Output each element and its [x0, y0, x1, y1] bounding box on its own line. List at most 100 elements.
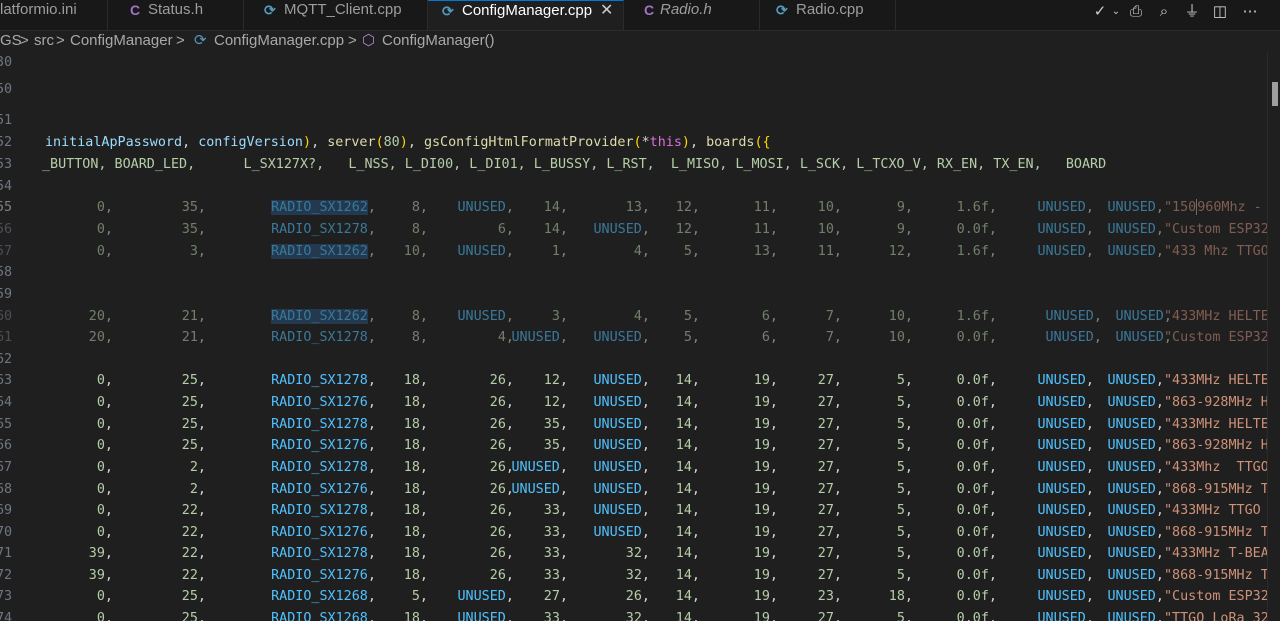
code-line[interactable]: 30: [0, 52, 1268, 73]
line-number: 72: [0, 568, 13, 583]
code-line[interactable]: 73 0, 25, RADIO_SX1268, 5, UNUSED, 27, 26, 14, 19…: [0, 586, 1268, 607]
code-token: 26,: [489, 417, 514, 432]
code-token: "433MHz TTGO: [1164, 503, 1268, 518]
code-token: RADIO_SX1262,: [271, 309, 376, 324]
tab-status-h[interactable]: C Status.h: [108, 0, 244, 30]
code-line[interactable]: 64 0, 25, RADIO_SX1276, 18, 26, 12, UNUSED, 14, 1…: [0, 392, 1268, 413]
code-line[interactable]: 67 0, 2, RADIO_SX1278, 18, 26, UNUSED, UNUSED, 1…: [0, 457, 1268, 478]
code-token: UNUSED,: [593, 330, 650, 345]
tab-configmanager-cpp[interactable]: ⟳ ConfigManager.cpp ✕: [428, 0, 624, 30]
code-token: UNUSED,: [1045, 309, 1102, 324]
vertical-scrollbar[interactable]: [1267, 52, 1280, 621]
line-number: 58: [0, 265, 13, 280]
find-icon[interactable]: ⌕: [1154, 2, 1174, 22]
code-token: RADIO_SX1278,: [271, 330, 376, 345]
code-token: 0,: [96, 373, 113, 388]
code-line[interactable]: 51: [0, 110, 1268, 131]
tab-radio-cpp[interactable]: ⟳ Radio.cpp: [760, 0, 896, 30]
code-line[interactable]: 52 initialApPassword, configVersion), ser…: [0, 132, 1268, 153]
code-token: 11,: [817, 244, 842, 259]
code-token: UNUSED,: [1037, 589, 1094, 604]
code-token: 4,: [633, 244, 650, 259]
code-line[interactable]: 53 _BUTTON, BOARD_LED, L_SX127X?, L_NSS, …: [0, 154, 1268, 175]
code-token: 7,: [825, 309, 842, 324]
code-line[interactable]: 62: [0, 349, 1268, 370]
code-token: UNUSED,: [1037, 395, 1094, 410]
line-number: 50: [0, 82, 13, 97]
code-token: 0,: [96, 200, 113, 215]
code-token: UNUSED,: [457, 611, 514, 621]
code-line[interactable]: 50: [0, 79, 1268, 100]
tab-mqtt-client-cpp[interactable]: ⟳ MQTT_Client.cpp: [244, 0, 428, 30]
code-line[interactable]: 59: [0, 284, 1268, 305]
code-token: 19,: [753, 525, 778, 540]
breadcrumb-root[interactable]: GS: [0, 30, 22, 52]
more-icon[interactable]: ⋯: [1240, 2, 1260, 22]
split-editor-icon[interactable]: ◫: [1210, 2, 1230, 22]
line-number: 62: [0, 352, 13, 367]
code-token: UNUSED,: [1107, 200, 1164, 215]
code-line[interactable]: 68 0, 2, RADIO_SX1276, 18, 26, UNUSED, UNUSED, 1…: [0, 479, 1268, 500]
code-token: 2,: [189, 460, 206, 475]
code-token: 39,: [88, 568, 113, 583]
scrollbar-thumb[interactable]: [1272, 82, 1278, 106]
code-token: RADIO_SX1276,: [271, 438, 376, 453]
code-token: 18,: [403, 568, 428, 583]
line-number: 61: [0, 330, 13, 345]
breadcrumb-folder[interactable]: src: [34, 30, 54, 52]
code-line[interactable]: 60 20, 21, RADIO_SX1262, 8, UNUSED, 3, 4, 5, 6, 7,…: [0, 306, 1268, 327]
tab-platformio-ini[interactable]: latformio.ini: [0, 0, 108, 30]
chevron-right-icon: >: [176, 32, 185, 49]
code-line[interactable]: 72 39, 22, RADIO_SX1276, 18, 26, 33, 32, 14, 19, 2…: [0, 565, 1268, 586]
code-token: 0.0f,: [956, 546, 997, 561]
line-number: 59: [0, 287, 13, 302]
code-token: "863-928MHz H: [1164, 438, 1268, 453]
code-token: UNUSED,: [1037, 611, 1094, 621]
tab-radio-h[interactable]: C Radio.h: [624, 0, 760, 30]
line-number: 51: [0, 113, 13, 128]
code-line[interactable]: 69 0, 22, RADIO_SX1278, 18, 26, 33, UNUSED, 14, 1…: [0, 500, 1268, 521]
code-editor[interactable]: 30 50 51 52 initialApPassword, configVersion…: [0, 52, 1268, 621]
code-token: 0.0f,: [956, 417, 997, 432]
code-token: 18,: [403, 482, 428, 497]
code-token: RADIO_SX1276,: [271, 525, 376, 540]
code-token: UNUSED,: [593, 438, 650, 453]
code-line[interactable]: 70 0, 22, RADIO_SX1276, 18, 26, 33, UNUSED, 14, 1…: [0, 522, 1268, 543]
code-token: 14,: [675, 373, 700, 388]
code-line[interactable]: 61 20, 21, RADIO_SX1278, 8, 4, UNUSED, UNUSED, 5…: [0, 327, 1268, 348]
line-number: 65: [0, 417, 13, 432]
code-token: UNUSED,: [1107, 546, 1164, 561]
code-token: 33,: [543, 611, 568, 621]
code-token: "150960Mhz -: [1164, 199, 1262, 215]
code-token: 10,: [888, 330, 913, 345]
printer-icon[interactable]: ⎙: [1126, 2, 1146, 22]
line-number: 55: [0, 200, 13, 215]
breadcrumb-folder[interactable]: ConfigManager: [70, 30, 173, 52]
code-line[interactable]: 74 0, 25, RADIO_SX1268, 18, UNUSED, 33, 32, 14, 1…: [0, 608, 1268, 621]
code-token: 14,: [675, 568, 700, 583]
chevron-down-icon[interactable]: ⌄: [1106, 2, 1126, 22]
code-line[interactable]: 65 0, 25, RADIO_SX1278, 18, 26, 35, UNUSED, 14, 1…: [0, 414, 1268, 435]
code-line[interactable]: 55 0, 35, RADIO_SX1262, 8, UNUSED, 14, 13, 12, 11…: [0, 197, 1268, 218]
breadcrumb-file[interactable]: ConfigManager.cpp: [214, 30, 344, 52]
code-line[interactable]: 58: [0, 262, 1268, 283]
pin-icon[interactable]: ⏚: [1182, 2, 1202, 22]
code-line[interactable]: 57 0, 3, RADIO_SX1262, 10, UNUSED, 1, 4, 5, 13, 11…: [0, 241, 1268, 262]
code-token: 0,: [96, 525, 113, 540]
code-token: 0.0f,: [956, 460, 997, 475]
code-line[interactable]: 54: [0, 176, 1268, 197]
close-icon[interactable]: ✕: [600, 1, 613, 21]
code-line[interactable]: 63 0, 25, RADIO_SX1278, 18, 26, 12, UNUSED, 14, 1…: [0, 370, 1268, 391]
code-token: 22,: [181, 568, 206, 583]
code-token: UNUSED,: [1107, 417, 1164, 432]
code-token: "863-928MHz H: [1164, 395, 1268, 410]
code-token: 25,: [181, 438, 206, 453]
code-token: 5,: [896, 482, 913, 497]
code-line[interactable]: 66 0, 25, RADIO_SX1276, 18, 26, 35, UNUSED, 14, 1…: [0, 435, 1268, 456]
code-line[interactable]: 71 39, 22, RADIO_SX1278, 18, 26, 33, 32, 14, 19, 2…: [0, 543, 1268, 564]
code-token: 18,: [888, 589, 913, 604]
code-token: "868-915MHz T: [1164, 568, 1268, 583]
code-line[interactable]: 56 0, 35, RADIO_SX1278, 8, 6, 14, UNUSED, 12, 11,…: [0, 219, 1268, 240]
code-token: 4,: [633, 309, 650, 324]
breadcrumb-symbol[interactable]: ConfigManager(): [382, 30, 495, 52]
